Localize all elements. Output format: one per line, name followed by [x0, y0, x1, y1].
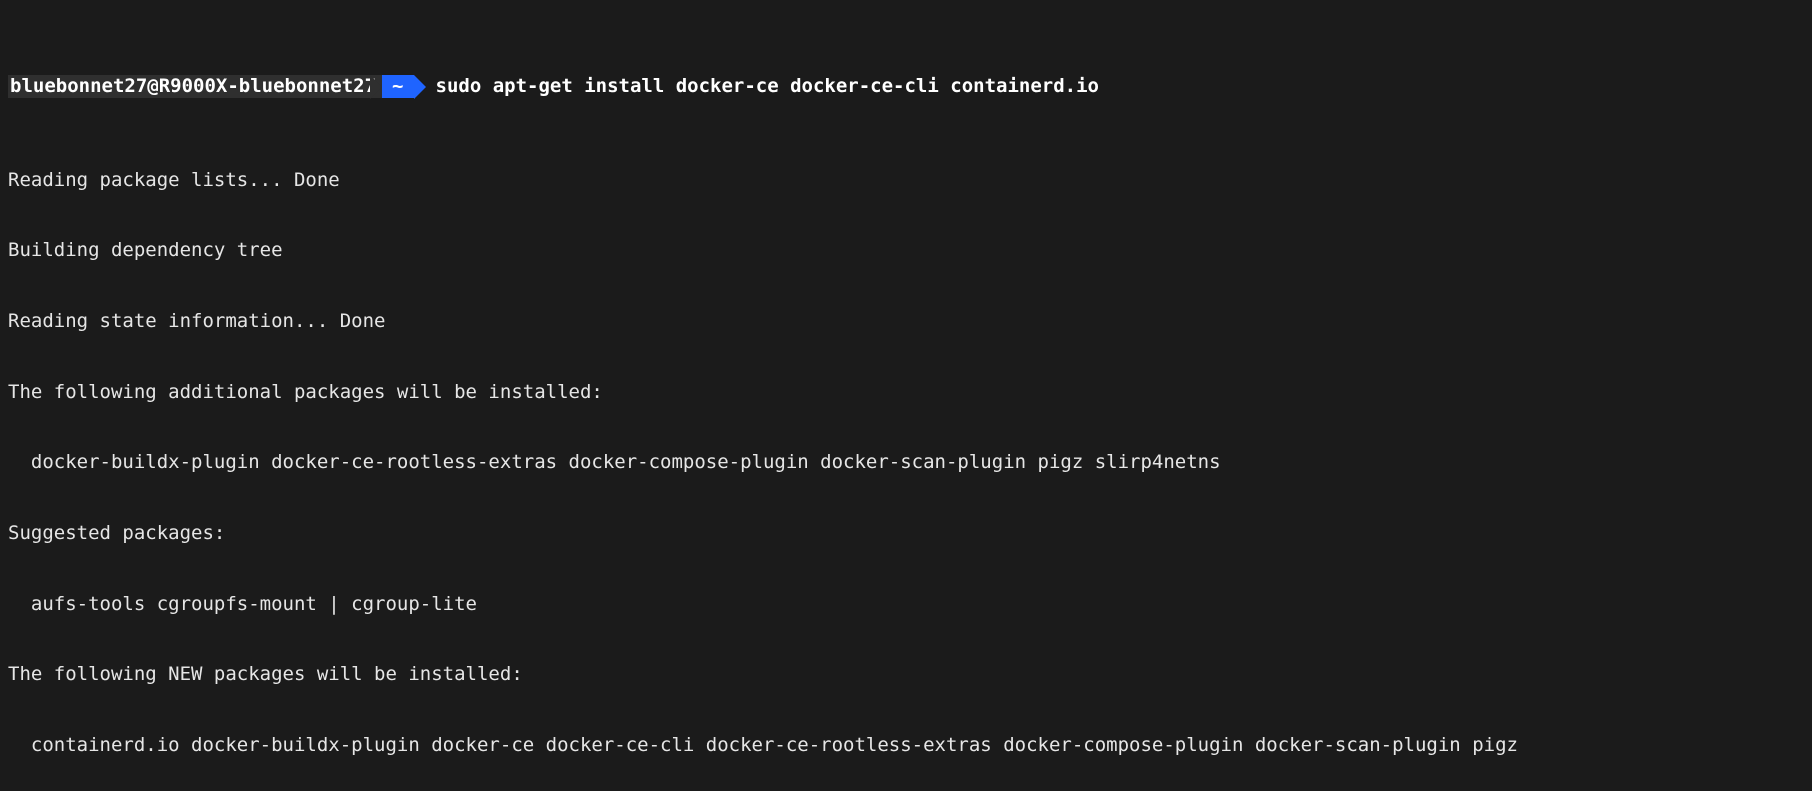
output-line: Reading package lists... Done — [8, 169, 1804, 193]
prompt-path-segment: ~ — [382, 75, 413, 99]
output-line: Reading state information... Done — [8, 310, 1804, 334]
command-input[interactable]: sudo apt-get install docker-ce docker-ce… — [414, 75, 1099, 99]
prompt-user-host: bluebonnet27@R9000X-bluebonnet27 — [8, 75, 382, 99]
output-line: docker-buildx-plugin docker-ce-rootless-… — [8, 451, 1804, 475]
output-line: The following NEW packages will be insta… — [8, 663, 1804, 687]
shell-prompt-line: bluebonnet27@R9000X-bluebonnet27 ~ sudo … — [8, 75, 1804, 99]
terminal-window[interactable]: bluebonnet27@R9000X-bluebonnet27 ~ sudo … — [0, 0, 1812, 791]
output-line: The following additional packages will b… — [8, 381, 1804, 405]
output-line: containerd.io docker-buildx-plugin docke… — [8, 734, 1804, 758]
output-line: aufs-tools cgroupfs-mount | cgroup-lite — [8, 593, 1804, 617]
output-line: Suggested packages: — [8, 522, 1804, 546]
output-line: Building dependency tree — [8, 239, 1804, 263]
